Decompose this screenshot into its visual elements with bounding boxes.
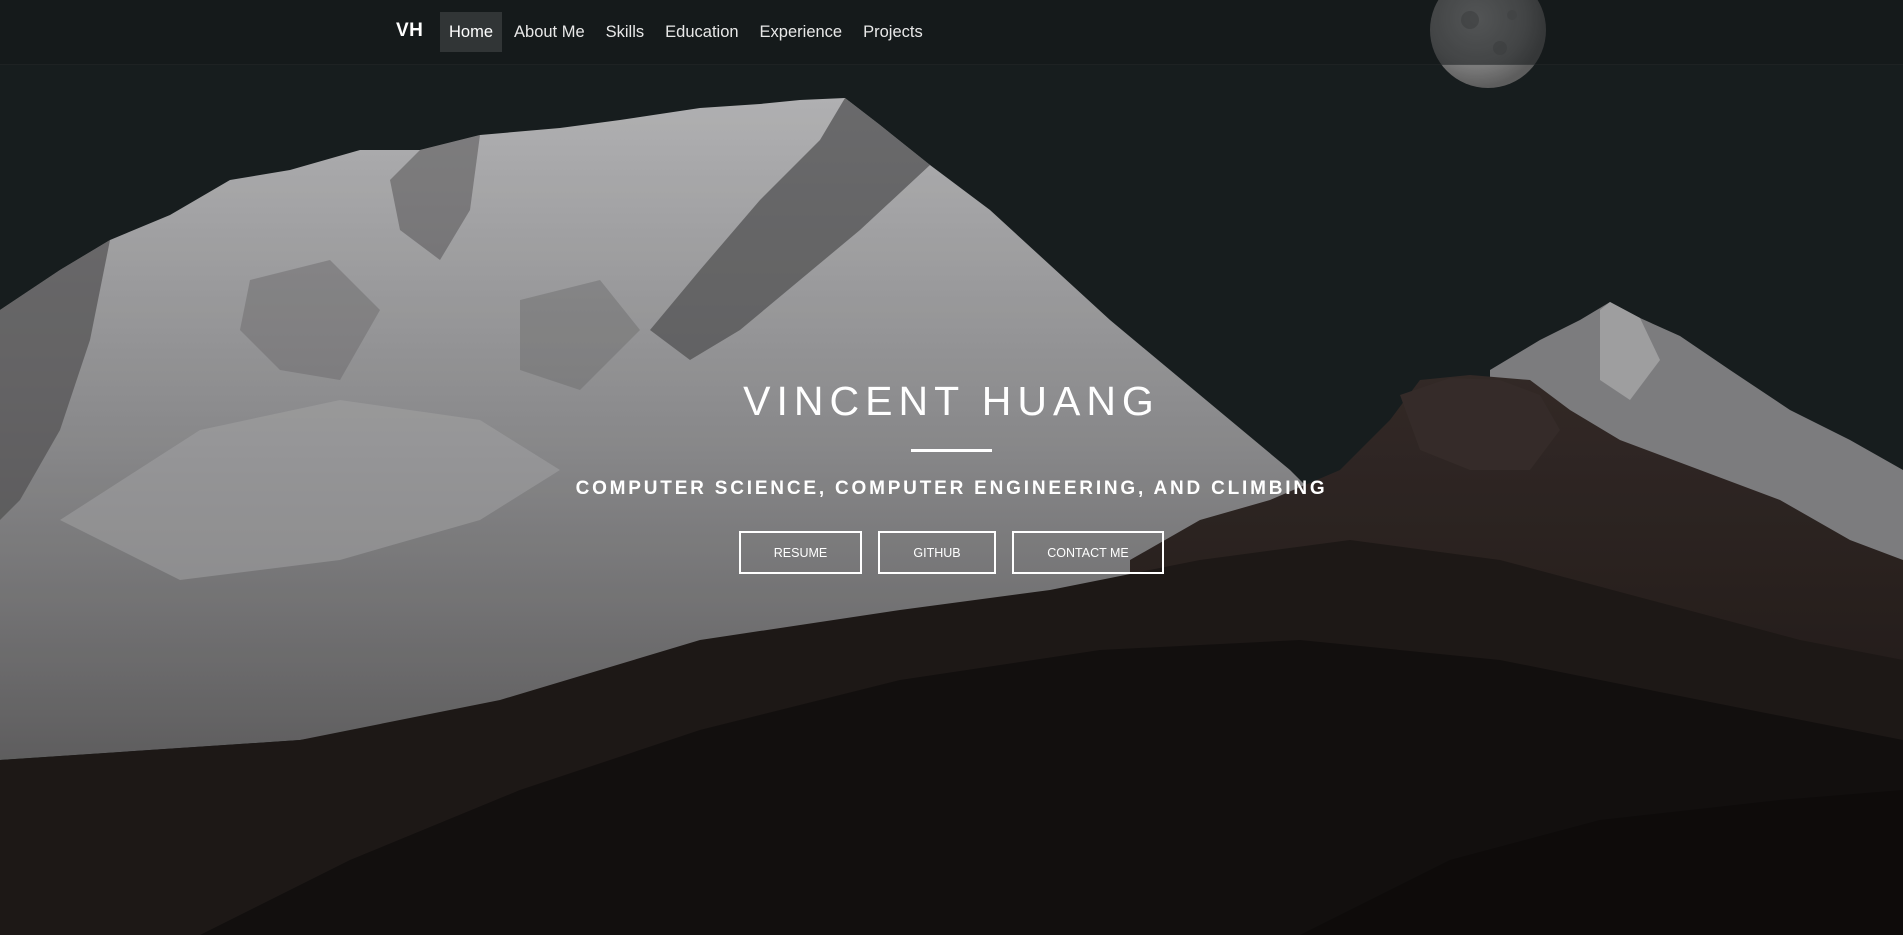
nav-item-home[interactable]: Home (440, 12, 503, 52)
top-navbar: VH Home About Me Skills Education Experi… (0, 0, 1903, 65)
contact-me-button[interactable]: CONTACT ME (1012, 531, 1164, 574)
resume-button[interactable]: RESUME (739, 531, 862, 574)
hero-tagline: COMPUTER SCIENCE, COMPUTER ENGINEERING, … (575, 478, 1328, 499)
nav-item-skills[interactable]: Skills (597, 12, 654, 52)
nav-item-about-me[interactable]: About Me (505, 12, 594, 52)
github-button[interactable]: GITHUB (878, 531, 996, 574)
hero-divider (911, 449, 992, 452)
hero-section (0, 0, 1903, 935)
nav-item-projects[interactable]: Projects (854, 12, 932, 52)
nav-item-experience[interactable]: Experience (751, 12, 852, 52)
hero-name: VINCENT HUANG (743, 378, 1160, 424)
brand-logo[interactable]: VH (396, 20, 423, 42)
mountain-background (0, 0, 1903, 935)
nav-item-education[interactable]: Education (656, 12, 747, 52)
nav-menu: Home About Me Skills Education Experienc… (440, 12, 935, 52)
